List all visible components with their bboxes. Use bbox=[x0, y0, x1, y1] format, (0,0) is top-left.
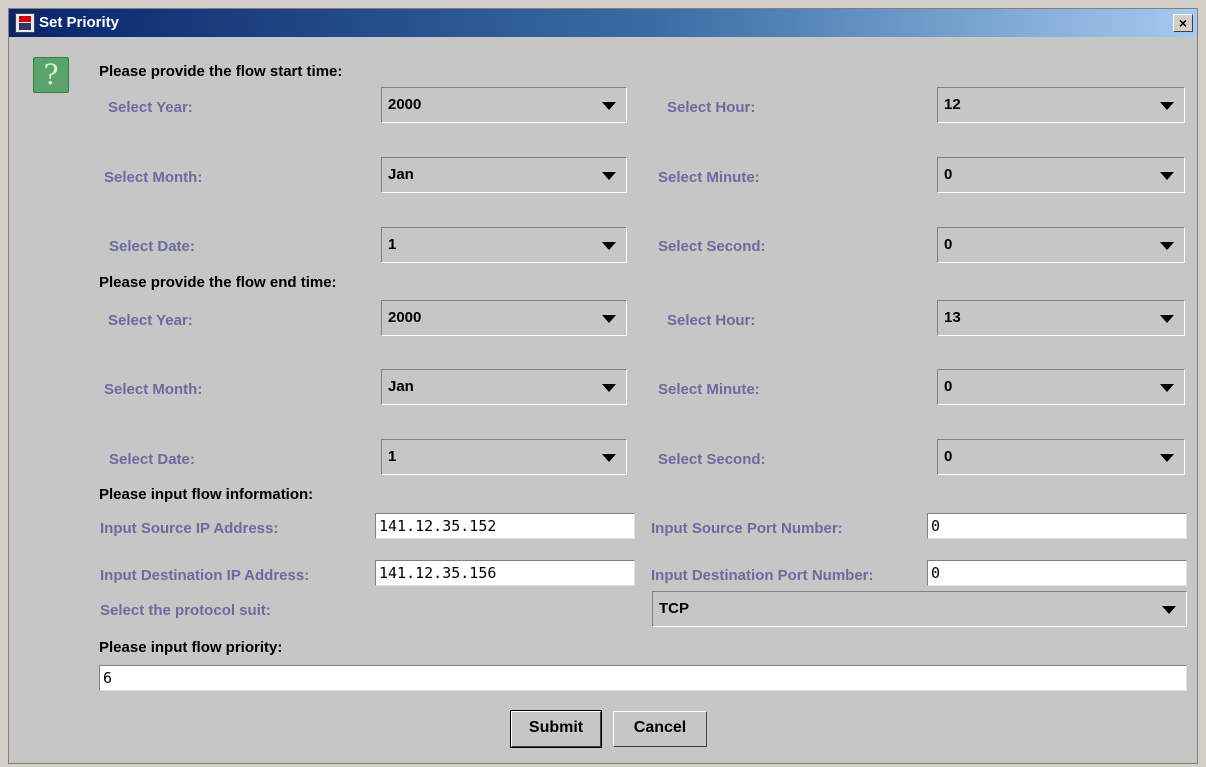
dropdown-arrow-icon bbox=[1160, 315, 1174, 323]
priority-field[interactable]: 6 bbox=[99, 665, 1187, 691]
destination-ip-label: Input Destination IP Address: bbox=[100, 567, 310, 584]
end-minute-combo[interactable]: 0 bbox=[937, 369, 1185, 405]
protocol-combo[interactable]: TCP bbox=[652, 591, 1187, 627]
start-date-label: Select Date: bbox=[109, 238, 195, 255]
dropdown-arrow-icon bbox=[1160, 242, 1174, 250]
end-month-combo[interactable]: Jan bbox=[381, 369, 627, 405]
start-year-label: Select Year: bbox=[108, 99, 193, 116]
set-priority-dialog: Set Priority × ? Please provide the flow… bbox=[8, 8, 1198, 764]
end-second-value: 0 bbox=[944, 448, 953, 465]
end-second-label: Select Second: bbox=[658, 451, 766, 468]
end-minute-label: Select Minute: bbox=[658, 381, 760, 398]
dropdown-arrow-icon bbox=[602, 172, 616, 180]
destination-ip-field[interactable]: 141.12.35.156 bbox=[375, 560, 635, 586]
end-hour-label: Select Hour: bbox=[667, 312, 756, 329]
start-second-combo[interactable]: 0 bbox=[937, 227, 1185, 263]
start-month-value: Jan bbox=[388, 166, 414, 183]
start-second-value: 0 bbox=[944, 236, 953, 253]
end-year-value: 2000 bbox=[388, 309, 422, 326]
start-date-value: 1 bbox=[388, 236, 397, 253]
start-year-value: 2000 bbox=[388, 96, 422, 113]
submit-button[interactable]: Submit bbox=[510, 710, 602, 748]
start-month-combo[interactable]: Jan bbox=[381, 157, 627, 193]
dropdown-arrow-icon bbox=[602, 102, 616, 110]
protocol-value: TCP bbox=[659, 600, 689, 617]
dropdown-arrow-icon bbox=[602, 315, 616, 323]
start-hour-label: Select Hour: bbox=[667, 99, 756, 116]
start-minute-combo[interactable]: 0 bbox=[937, 157, 1185, 193]
cancel-button[interactable]: Cancel bbox=[613, 711, 707, 747]
start-hour-value: 12 bbox=[944, 96, 961, 113]
question-icon: ? bbox=[33, 57, 69, 93]
window-title: Set Priority bbox=[39, 14, 120, 31]
source-port-label: Input Source Port Number: bbox=[651, 520, 843, 537]
dropdown-arrow-icon bbox=[602, 242, 616, 250]
end-second-combo[interactable]: 0 bbox=[937, 439, 1185, 475]
title-bar[interactable]: Set Priority × bbox=[9, 9, 1197, 37]
end-hour-value: 13 bbox=[944, 309, 961, 326]
end-year-label: Select Year: bbox=[108, 312, 193, 329]
close-button[interactable]: × bbox=[1173, 14, 1193, 32]
end-month-value: Jan bbox=[388, 378, 414, 395]
start-hour-combo[interactable]: 12 bbox=[937, 87, 1185, 123]
end-date-label: Select Date: bbox=[109, 451, 195, 468]
protocol-label: Select the protocol suit: bbox=[100, 602, 271, 619]
destination-port-field[interactable]: 0 bbox=[927, 560, 1187, 586]
end-minute-value: 0 bbox=[944, 378, 953, 395]
dropdown-arrow-icon bbox=[602, 384, 616, 392]
start-time-heading: Please provide the flow start time: bbox=[99, 63, 343, 80]
destination-port-label: Input Destination Port Number: bbox=[651, 567, 874, 584]
dropdown-arrow-icon bbox=[1160, 454, 1174, 462]
end-date-combo[interactable]: 1 bbox=[381, 439, 627, 475]
end-time-heading: Please provide the flow end time: bbox=[99, 274, 337, 291]
end-hour-combo[interactable]: 13 bbox=[937, 300, 1185, 336]
dropdown-arrow-icon bbox=[602, 454, 616, 462]
start-minute-value: 0 bbox=[944, 166, 953, 183]
flow-info-heading: Please input flow information: bbox=[99, 486, 314, 503]
source-port-field[interactable]: 0 bbox=[927, 513, 1187, 539]
end-year-combo[interactable]: 2000 bbox=[381, 300, 627, 336]
end-date-value: 1 bbox=[388, 448, 397, 465]
start-year-combo[interactable]: 2000 bbox=[381, 87, 627, 123]
source-ip-field[interactable]: 141.12.35.152 bbox=[375, 513, 635, 539]
start-month-label: Select Month: bbox=[104, 169, 203, 186]
dropdown-arrow-icon bbox=[1162, 606, 1176, 614]
start-minute-label: Select Minute: bbox=[658, 169, 760, 186]
start-date-combo[interactable]: 1 bbox=[381, 227, 627, 263]
dropdown-arrow-icon bbox=[1160, 102, 1174, 110]
dropdown-arrow-icon bbox=[1160, 384, 1174, 392]
start-second-label: Select Second: bbox=[658, 238, 766, 255]
dropdown-arrow-icon bbox=[1160, 172, 1174, 180]
end-month-label: Select Month: bbox=[104, 381, 203, 398]
java-app-icon bbox=[15, 13, 35, 33]
priority-heading: Please input flow priority: bbox=[99, 639, 283, 656]
source-ip-label: Input Source IP Address: bbox=[100, 520, 279, 537]
